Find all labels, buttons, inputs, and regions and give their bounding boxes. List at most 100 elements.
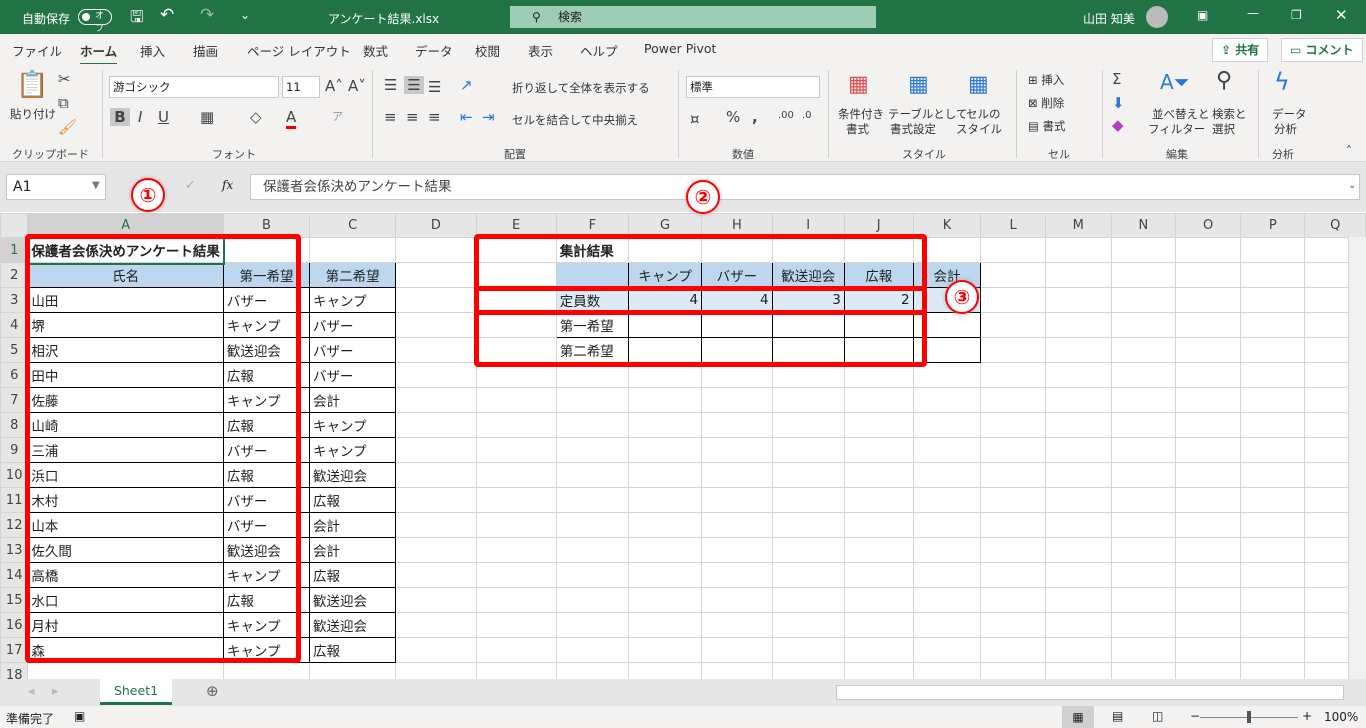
cell-K11[interactable] — [912, 487, 982, 513]
page-layout-view-icon[interactable]: ▤ — [1112, 709, 1123, 723]
cell-I11[interactable] — [771, 487, 845, 513]
cell-K8[interactable] — [912, 412, 982, 438]
cell-P2[interactable] — [1240, 262, 1306, 288]
cell-L8[interactable] — [980, 412, 1046, 438]
borders-icon[interactable]: ▦ — [200, 108, 214, 126]
copy-icon[interactable]: ⧉ — [58, 94, 69, 112]
row-header-3[interactable]: 3 — [0, 287, 29, 313]
column-header-C[interactable]: C — [309, 213, 397, 238]
cell-K12[interactable] — [912, 512, 982, 538]
align-top-icon[interactable]: ☰ — [384, 76, 397, 94]
decrease-font-icon[interactable]: A˅ — [348, 77, 366, 95]
cell-F7[interactable] — [555, 387, 629, 413]
cell-J16[interactable] — [843, 612, 914, 638]
cell-M7[interactable] — [1044, 387, 1112, 413]
cell-D17[interactable] — [395, 637, 477, 663]
cut-icon[interactable]: ✂ — [58, 70, 71, 88]
cell-M8[interactable] — [1044, 412, 1112, 438]
cell-J14[interactable] — [843, 562, 914, 588]
cell-E9[interactable] — [475, 437, 557, 463]
cell-J15[interactable] — [843, 587, 914, 613]
cell-E14[interactable] — [475, 562, 557, 588]
cell-L6[interactable] — [980, 362, 1046, 388]
cell-G15[interactable] — [627, 587, 703, 613]
cell-N3[interactable] — [1110, 287, 1177, 313]
zoom-level[interactable]: 100% — [1324, 710, 1358, 724]
formula-input[interactable]: 保護者会係決めアンケート結果 — [250, 174, 1360, 200]
cell-I7[interactable] — [771, 387, 845, 413]
prev-sheet-icon[interactable]: ◂ — [28, 684, 35, 699]
font-size-select[interactable]: 11 — [282, 76, 320, 98]
cell-H13[interactable] — [701, 537, 773, 563]
cell-C6[interactable]: バザー — [309, 362, 397, 388]
cell-H17[interactable] — [701, 637, 773, 663]
autosave-toggle[interactable]: オフ — [78, 9, 112, 34]
find-select-icon[interactable]: ⚲ — [1216, 68, 1232, 93]
tab-draw[interactable]: 描画 — [193, 41, 218, 60]
cell-J12[interactable] — [843, 512, 914, 538]
cell-N12[interactable] — [1110, 512, 1177, 538]
cell-H12[interactable] — [701, 512, 773, 538]
row-header-9[interactable]: 9 — [0, 437, 29, 463]
find-select-button[interactable]: 検索と — [1212, 106, 1247, 122]
cell-N4[interactable] — [1110, 312, 1177, 338]
cell-P11[interactable] — [1240, 487, 1306, 513]
cell-N7[interactable] — [1110, 387, 1177, 413]
cell-P7[interactable] — [1240, 387, 1306, 413]
cell-M9[interactable] — [1044, 437, 1112, 463]
share-button[interactable]: ⇪ 共有 — [1212, 38, 1269, 62]
align-center-icon[interactable]: ≡ — [406, 108, 419, 126]
cell-N11[interactable] — [1110, 487, 1177, 513]
add-sheet-icon[interactable]: ⊕ — [206, 682, 219, 700]
cell-M17[interactable] — [1044, 637, 1112, 663]
cell-P8[interactable] — [1240, 412, 1306, 438]
minimize-icon[interactable]: — — [1247, 6, 1259, 20]
cell-L14[interactable] — [980, 562, 1046, 588]
cell-I8[interactable] — [771, 412, 845, 438]
cell-E13[interactable] — [475, 537, 557, 563]
cell-D5[interactable] — [395, 337, 477, 363]
tab-insert[interactable]: 挿入 — [140, 41, 165, 60]
cell-F15[interactable] — [555, 587, 629, 613]
cell-H7[interactable] — [701, 387, 773, 413]
cell-O6[interactable] — [1175, 362, 1242, 388]
cell-N6[interactable] — [1110, 362, 1177, 388]
cell-C8[interactable]: キャンプ — [309, 412, 397, 438]
cell-D10[interactable] — [395, 462, 477, 488]
cell-M6[interactable] — [1044, 362, 1112, 388]
comma-icon[interactable]: , — [752, 108, 758, 126]
column-header-M[interactable]: M — [1044, 213, 1112, 238]
analyze-data-button[interactable]: データ — [1272, 106, 1307, 122]
font-color-icon[interactable]: A — [286, 108, 297, 129]
restore-icon[interactable]: ❐ — [1291, 8, 1302, 22]
cell-O15[interactable] — [1175, 587, 1242, 613]
bold-icon[interactable]: B — [110, 108, 130, 126]
vertical-scrollbar[interactable] — [1348, 237, 1366, 679]
cell-I10[interactable] — [771, 462, 845, 488]
cell-P1[interactable] — [1240, 237, 1306, 263]
clear-icon[interactable]: ◆ — [1112, 116, 1124, 134]
cell-O1[interactable] — [1175, 237, 1242, 263]
cell-H14[interactable] — [701, 562, 773, 588]
cell-I16[interactable] — [771, 612, 845, 638]
row-header-10[interactable]: 10 — [0, 462, 29, 488]
cell-D16[interactable] — [395, 612, 477, 638]
cell-F16[interactable] — [555, 612, 629, 638]
increase-indent-icon[interactable]: ⇥ — [482, 108, 495, 126]
cell-M3[interactable] — [1044, 287, 1112, 313]
format-as-table-icon[interactable]: ▦ — [908, 72, 929, 97]
column-header-Q[interactable]: Q — [1304, 213, 1366, 238]
underline-icon[interactable]: U — [158, 108, 169, 126]
column-header-N[interactable]: N — [1110, 213, 1177, 238]
close-icon[interactable]: ✕ — [1335, 6, 1348, 24]
cell-I14[interactable] — [771, 562, 845, 588]
sort-filter-button[interactable]: 並べ替えと — [1152, 106, 1210, 122]
cell-O16[interactable] — [1175, 612, 1242, 638]
cell-P4[interactable] — [1240, 312, 1306, 338]
row-header-16[interactable]: 16 — [0, 612, 29, 638]
cell-P17[interactable] — [1240, 637, 1306, 663]
cell-D1[interactable] — [395, 237, 477, 263]
cell-L10[interactable] — [980, 462, 1046, 488]
cell-L9[interactable] — [980, 437, 1046, 463]
cell-D15[interactable] — [395, 587, 477, 613]
